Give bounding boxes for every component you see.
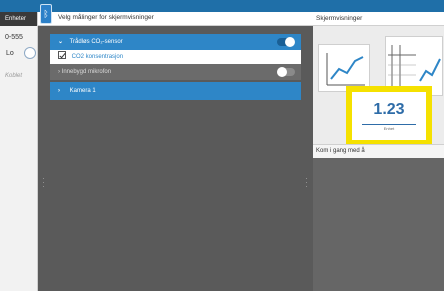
displays-panel: Skjermvisninger 1.23 Enhet Kom i gang me…: [313, 12, 444, 291]
measurement-selection-panel: ᛒ Velg målinger for skjermvisninger · · · …: [38, 4, 313, 291]
chevron-right-icon[interactable]: ›: [58, 69, 60, 75]
title-bar: [0, 0, 444, 12]
device-connect-toggle[interactable]: [24, 47, 36, 59]
chevron-down-icon[interactable]: ⌄: [58, 34, 68, 50]
display-preview-area: [313, 158, 444, 291]
sensor-name: Trådløs CO₂-sensor: [69, 39, 123, 45]
camera-label: Kamera 1: [69, 88, 96, 94]
device-row[interactable]: Lo: [0, 47, 37, 63]
measurement-header-title: Velg målinger for skjermvisninger: [58, 14, 154, 21]
chevron-right-icon[interactable]: ›: [58, 82, 68, 100]
measurement-label: CO2 konsentrasjon: [71, 54, 124, 60]
grip-icon: · · ·: [42, 173, 45, 191]
device-status: Koblet: [5, 73, 23, 79]
sensor-row-microphone[interactable]: › Innebygd mikrofon: [50, 64, 301, 80]
digital-meter-icon[interactable]: 1.23 Enhet: [346, 86, 432, 146]
devices-panel: Enheter 0-555 Lo Koblet: [0, 12, 38, 291]
displays-header: Skjermvisninger: [313, 12, 444, 26]
line-graph-icon[interactable]: [318, 44, 370, 92]
device-id[interactable]: 0-555: [0, 26, 37, 41]
sensor-enable-toggle[interactable]: [277, 37, 295, 47]
sensor-enable-toggle[interactable]: [277, 67, 295, 77]
bluetooth-icon[interactable]: ᛒ: [40, 4, 52, 24]
meter-divider: [362, 124, 416, 125]
measurement-header: ᛒ Velg målinger for skjermvisninger: [38, 4, 313, 26]
devices-header: Enheter: [0, 12, 37, 26]
measurement-checkbox[interactable]: [58, 51, 66, 59]
left-resize-handle[interactable]: · · ·: [38, 26, 50, 291]
getting-started-label: Kom i gang med å: [313, 144, 444, 158]
right-resize-handle[interactable]: · · ·: [301, 26, 313, 291]
sensor-name: Innebygd mikrofon: [61, 69, 112, 75]
display-picker: 1.23 Enhet: [313, 26, 444, 146]
device-row-label: Lo: [6, 50, 14, 57]
sensor-list: ⌄ Trådløs CO₂-sensor CO2 konsentrasjon ›…: [50, 34, 301, 100]
grip-icon: · · ·: [305, 173, 308, 191]
sensor-row-co2[interactable]: ⌄ Trådløs CO₂-sensor: [50, 34, 301, 50]
meter-unit: Enhet: [383, 126, 395, 131]
camera-row[interactable]: › Kamera 1: [50, 82, 301, 100]
meter-value: 1.23: [373, 101, 405, 118]
measurement-item[interactable]: CO2 konsentrasjon: [50, 50, 301, 64]
